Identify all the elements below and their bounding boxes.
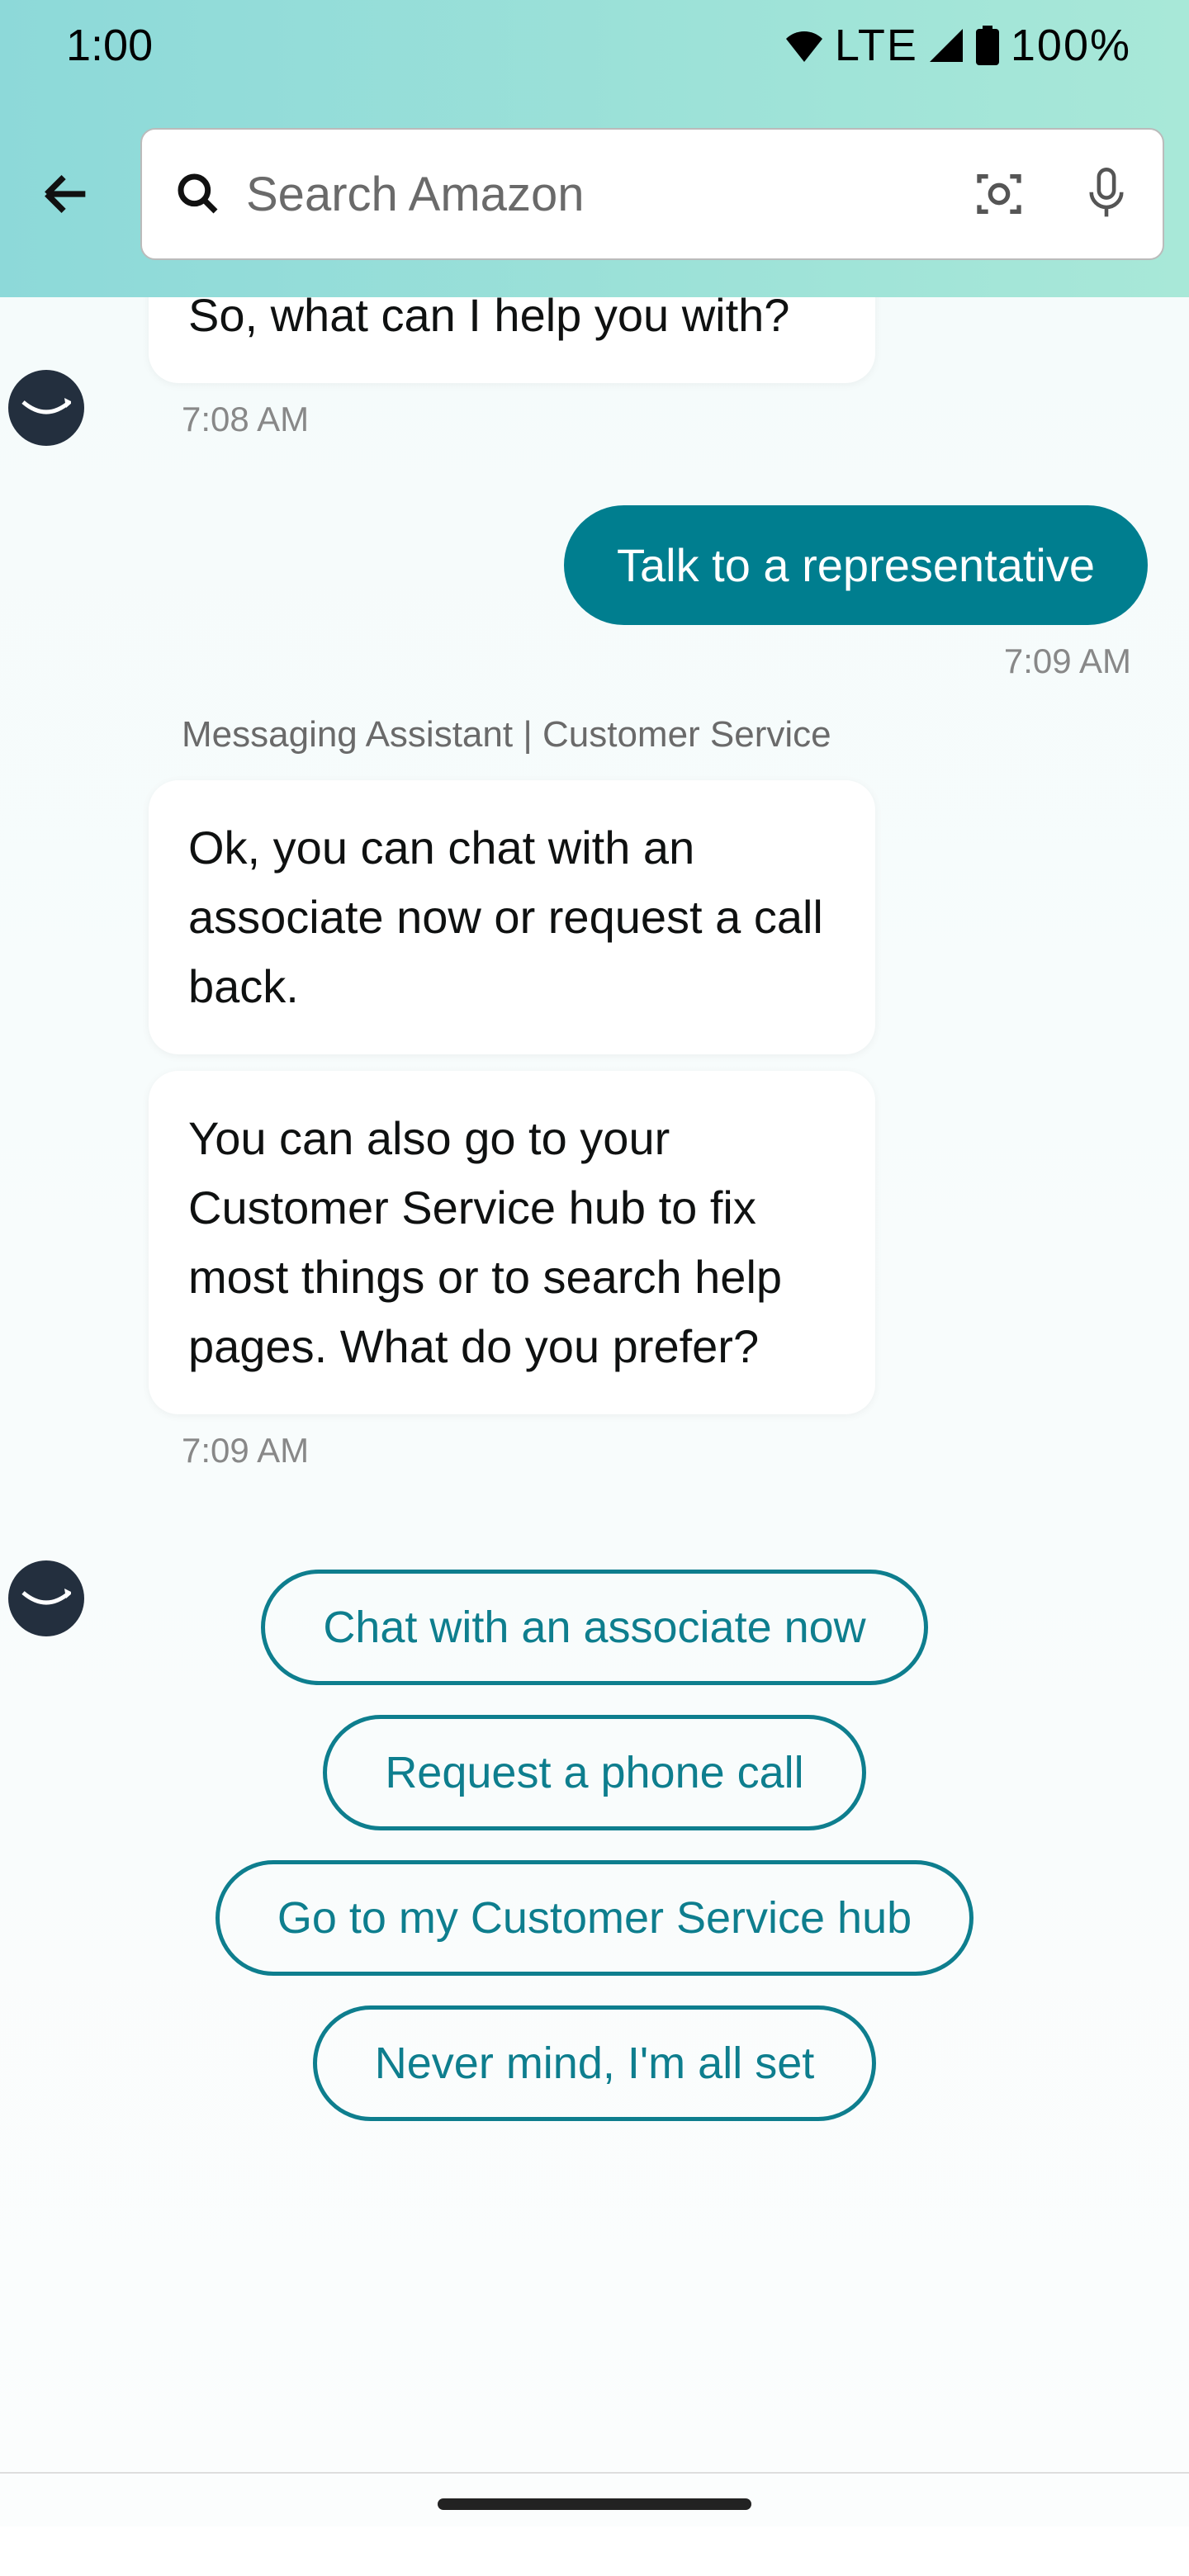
status-time: 1:00 <box>66 20 153 71</box>
bot-message: So, what can I help you with? <box>149 297 875 383</box>
signal-icon <box>928 29 964 62</box>
bot-message: Ok, you can chat with an associate now o… <box>149 780 875 1054</box>
bot-message-text: You can also go to your Customer Service… <box>188 1112 782 1372</box>
timestamp: 7:09 AM <box>33 642 1131 681</box>
bot-message-text: Ok, you can chat with an associate now o… <box>188 822 823 1012</box>
network-label: LTE <box>835 20 918 71</box>
status-right: LTE 100% <box>784 20 1131 71</box>
user-message-text: Talk to a representative <box>617 539 1095 591</box>
back-button[interactable] <box>25 153 107 235</box>
status-bar: 1:00 LTE 100% <box>0 0 1189 91</box>
bot-message-text: So, what can I help you with? <box>188 297 789 341</box>
option-chat-associate[interactable]: Chat with an associate now <box>261 1570 927 1685</box>
battery-label: 100% <box>1011 20 1131 71</box>
option-cs-hub[interactable]: Go to my Customer Service hub <box>216 1860 973 1976</box>
option-phone-call[interactable]: Request a phone call <box>323 1715 865 1830</box>
bot-avatar <box>8 370 84 446</box>
wifi-icon <box>784 29 825 62</box>
search-placeholder: Search Amazon <box>246 167 948 222</box>
bot-message: You can also go to your Customer Service… <box>149 1071 875 1414</box>
lens-icon[interactable] <box>973 168 1026 220</box>
amazon-smile-icon <box>21 395 71 420</box>
battery-icon <box>974 26 1001 65</box>
mic-icon[interactable] <box>1083 168 1130 220</box>
search-icon <box>175 171 221 217</box>
quick-reply-options: Chat with an associate now Request a pho… <box>33 1570 1156 2121</box>
timestamp: 7:09 AM <box>182 1431 1156 1470</box>
search-box[interactable]: Search Amazon <box>140 128 1164 260</box>
divider <box>0 2472 1189 2474</box>
header-bar: Search Amazon <box>0 91 1189 297</box>
sender-label: Messaging Assistant | Customer Service <box>182 714 1156 755</box>
bot-avatar <box>8 1560 84 1636</box>
chat-area[interactable]: So, what can I help you with? 7:08 AM Ta… <box>0 297 1189 2526</box>
nav-handle[interactable] <box>438 2498 751 2510</box>
timestamp: 7:08 AM <box>182 400 1156 439</box>
back-arrow-icon <box>37 165 95 223</box>
amazon-smile-icon <box>21 1586 71 1611</box>
option-never-mind[interactable]: Never mind, I'm all set <box>313 2005 876 2121</box>
user-message: Talk to a representative <box>564 505 1148 625</box>
